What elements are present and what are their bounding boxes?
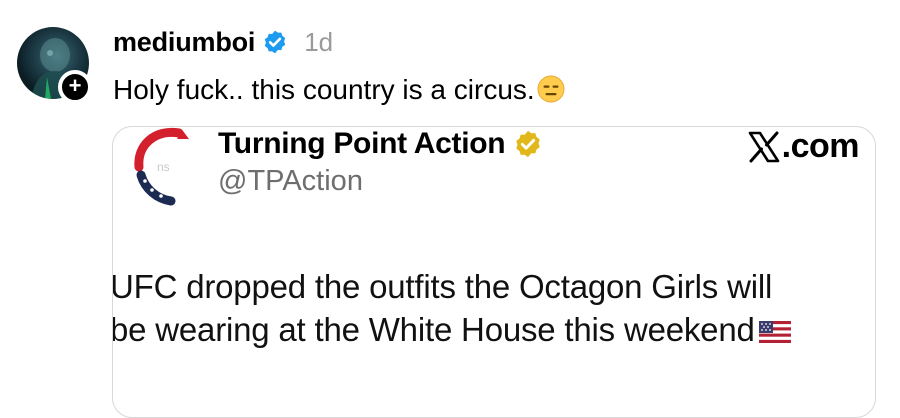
embed-tweet-text: UFC dropped the outfits the Octagon Girl… [112,265,791,351]
embedded-tweet-card[interactable]: ns Turning Point Action @TPAction .com U… [112,126,876,418]
verified-badge-icon [265,30,286,54]
embed-handle: @TPAction [218,165,363,197]
embed-tweet-line-2: be wearing at the White House this weeke… [112,308,791,351]
expressionless-face-icon [537,75,565,103]
us-flag-icon [758,321,791,343]
threads-post: + mediumboi 1d Holy fuck.. this country … [0,0,900,418]
follow-button[interactable]: + [58,70,92,104]
source-label: .com [747,127,860,166]
svg-text:ns: ns [157,160,170,174]
embed-account-name: Turning Point Action [218,127,543,161]
source-label-text: .com [781,127,860,165]
post-timestamp: 1d [304,26,334,57]
username[interactable]: mediumboi [113,27,255,58]
x-logo-icon [748,131,779,162]
post-caption-text: Holy fuck.. this country is a circus. [113,74,535,105]
post-caption: Holy fuck.. this country is a circus. [113,71,565,109]
embed-tweet-line-2-text: be wearing at the White House this weeke… [112,311,755,348]
embed-tweet-line-1: UFC dropped the outfits the Octagon Girl… [112,268,773,305]
post-header: mediumboi 1d [113,24,333,60]
embed-account-name-text: Turning Point Action [218,127,506,160]
gold-verified-badge-icon [516,130,541,158]
turning-point-logo-icon: ns [134,127,189,206]
plus-icon: + [68,73,82,98]
